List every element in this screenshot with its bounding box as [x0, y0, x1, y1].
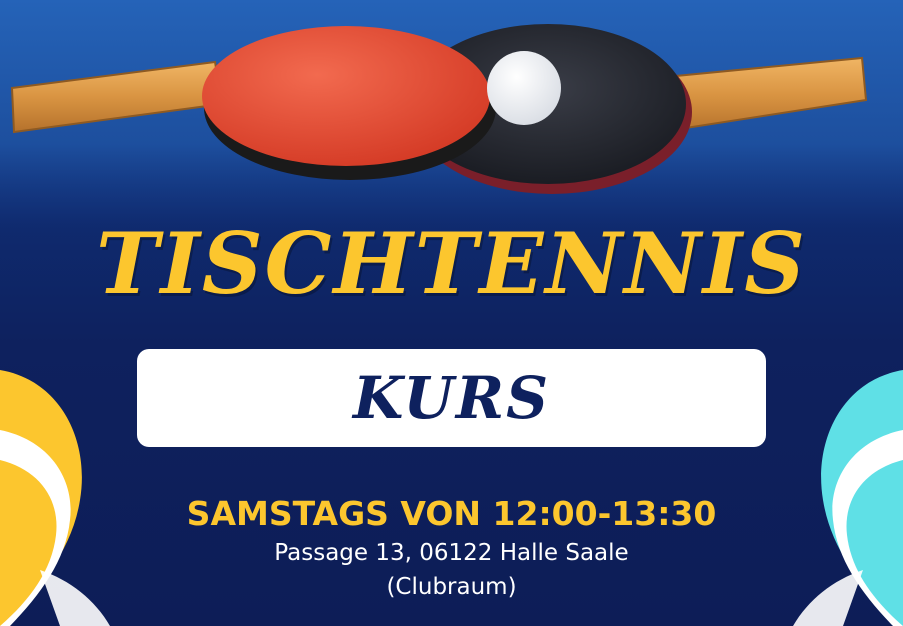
schedule-text: SAMSTAGS VON 12:00-13:30: [186, 494, 717, 533]
subtitle-badge: KURS: [137, 349, 766, 447]
paddles-photo-icon: [0, 0, 903, 240]
address-text: Passage 13, 06122 Halle Saale: [274, 540, 629, 566]
poster-subtitle: KURS: [352, 364, 550, 432]
poster: TISCHTENNIS KURS SAMSTAGS VON 12:00-13:3…: [0, 0, 903, 626]
room-text: (Clubraum): [386, 574, 517, 600]
poster-title: TISCHTENNIS: [96, 214, 807, 313]
